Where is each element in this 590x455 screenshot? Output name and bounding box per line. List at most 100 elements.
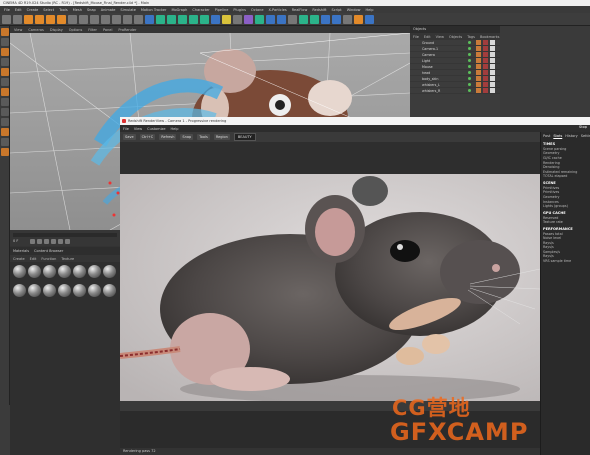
region-button[interactable]: Region: [213, 134, 230, 140]
material-menu-create[interactable]: Create: [13, 257, 25, 261]
undo-icon[interactable]: [2, 14, 11, 24]
record-icon[interactable]: [65, 239, 70, 244]
object-tag-icon[interactable]: [476, 82, 481, 87]
subdivision-icon[interactable]: [167, 14, 176, 24]
object-tag-icon[interactable]: [483, 82, 488, 87]
viewport-menu-panel[interactable]: Panel: [103, 28, 112, 32]
renderview-menu-file[interactable]: File: [123, 127, 129, 131]
material-menu-edit[interactable]: Edit: [30, 257, 37, 261]
stop-button[interactable]: Stop: [579, 125, 587, 129]
visibility-icon[interactable]: [468, 83, 471, 86]
plugin-7-icon[interactable]: [332, 14, 341, 24]
stats-tab-stats[interactable]: Stats: [553, 134, 562, 138]
plugin-5-icon[interactable]: [310, 14, 319, 24]
edges-mode-icon[interactable]: [1, 78, 9, 86]
model-mode-icon[interactable]: [1, 38, 9, 46]
menu-mograph[interactable]: MoGraph: [172, 8, 188, 12]
snap-icon[interactable]: [1, 118, 9, 126]
menu-snap[interactable]: Snap: [87, 8, 96, 12]
objects-menu-bookmarks[interactable]: Bookmarks: [480, 35, 500, 39]
object-tag-icon[interactable]: [490, 64, 495, 69]
points-mode-icon[interactable]: [1, 68, 9, 76]
sculpt-icon[interactable]: [1, 138, 9, 146]
material-swatch[interactable]: [13, 265, 26, 278]
realflow-icon[interactable]: [255, 14, 264, 24]
material-swatch[interactable]: [88, 284, 101, 297]
object-tag-icon[interactable]: [483, 64, 488, 69]
object-tag-icon[interactable]: [490, 88, 495, 93]
light-icon[interactable]: [222, 14, 231, 24]
object-tag-icon[interactable]: [483, 70, 488, 75]
tweak-mode-icon[interactable]: [1, 108, 9, 116]
object-tag-icon[interactable]: [483, 58, 488, 63]
redo-icon[interactable]: [13, 14, 22, 24]
polygons-mode-icon[interactable]: [1, 88, 9, 96]
object-tag-icon[interactable]: [476, 88, 481, 93]
xparticles-icon[interactable]: [244, 14, 253, 24]
material-swatch[interactable]: [43, 265, 56, 278]
render-settings-icon[interactable]: [134, 14, 143, 24]
menu-mesh[interactable]: Mesh: [73, 8, 82, 12]
object-tag-icon[interactable]: [476, 70, 481, 75]
floor-icon[interactable]: [200, 14, 209, 24]
rotate-tool-icon[interactable]: [57, 14, 66, 24]
object-tag-icon[interactable]: [483, 76, 488, 81]
object-tag-icon[interactable]: [490, 76, 495, 81]
plugin-4-icon[interactable]: [299, 14, 308, 24]
tab-materials[interactable]: Materials: [13, 249, 29, 253]
menu-create[interactable]: Create: [27, 8, 39, 12]
copy-button[interactable]: Ctrl+C: [139, 134, 156, 140]
material-swatch[interactable]: [58, 284, 71, 297]
object-tag-icon[interactable]: [490, 46, 495, 51]
visibility-icon[interactable]: [468, 59, 471, 62]
object-tag-icon[interactable]: [476, 76, 481, 81]
visibility-icon[interactable]: [468, 41, 471, 44]
coordinate-system-icon[interactable]: [101, 14, 110, 24]
visibility-icon[interactable]: [468, 47, 471, 50]
tab-content-browser[interactable]: Content Browser: [34, 249, 63, 253]
axis-y-icon[interactable]: [79, 14, 88, 24]
renderview-menu-view[interactable]: View: [134, 127, 142, 131]
menu-octane[interactable]: Octane: [251, 8, 264, 12]
redshift-icon[interactable]: [233, 14, 242, 24]
menu-simulate[interactable]: Simulate: [120, 8, 135, 12]
axis-z-icon[interactable]: [90, 14, 99, 24]
prev-frame-icon[interactable]: [37, 239, 42, 244]
plugin-1-icon[interactable]: [266, 14, 275, 24]
make-editable-icon[interactable]: [1, 28, 9, 36]
material-swatch[interactable]: [73, 265, 86, 278]
plugin-3-icon[interactable]: [288, 14, 297, 24]
material-menu-function[interactable]: Function: [41, 257, 56, 261]
viewport-menu-display[interactable]: Display: [50, 28, 63, 32]
stats-tab-history[interactable]: History: [565, 134, 577, 138]
timeline[interactable]: 0 F: [10, 230, 120, 246]
snap-button[interactable]: Snap: [180, 134, 194, 140]
spline-icon[interactable]: [156, 14, 165, 24]
menu-help[interactable]: Help: [366, 8, 374, 12]
menu-plugins[interactable]: Plugins: [233, 8, 246, 12]
paint-icon[interactable]: [1, 148, 9, 156]
object-tag-icon[interactable]: [476, 46, 481, 51]
menu-realflow[interactable]: RealFlow: [292, 8, 308, 12]
object-row[interactable]: whiskers_R: [410, 88, 500, 94]
material-swatch[interactable]: [43, 284, 56, 297]
menu-motion-tracker[interactable]: Motion Tracker: [141, 8, 167, 12]
axis-mode-icon[interactable]: [1, 98, 9, 106]
visibility-icon[interactable]: [468, 89, 471, 92]
visibility-icon[interactable]: [468, 53, 471, 56]
objects-menu-view[interactable]: View: [436, 35, 444, 39]
material-swatch[interactable]: [28, 284, 41, 297]
material-swatch[interactable]: [73, 284, 86, 297]
object-tag-icon[interactable]: [483, 46, 488, 51]
material-swatch[interactable]: [103, 284, 116, 297]
texture-mode-icon[interactable]: [1, 48, 9, 56]
timeline-track[interactable]: [13, 233, 117, 237]
objects-menu-tags[interactable]: Tags: [467, 35, 475, 39]
object-tag-icon[interactable]: [476, 64, 481, 69]
viewport-menu-prorender[interactable]: ProRender: [118, 28, 136, 32]
axis-x-icon[interactable]: [68, 14, 77, 24]
menu-script[interactable]: Script: [332, 8, 342, 12]
save-button[interactable]: Save: [123, 134, 136, 140]
menu-x-particles[interactable]: X-Particles: [269, 8, 287, 12]
menu-file[interactable]: File: [4, 8, 10, 12]
